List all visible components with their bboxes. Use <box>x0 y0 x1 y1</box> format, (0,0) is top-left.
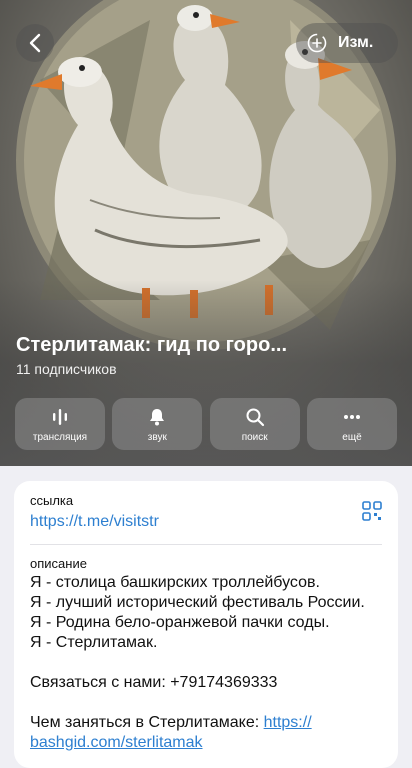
circle-plus-icon <box>307 33 327 53</box>
bell-icon <box>150 408 165 425</box>
sound-button[interactable]: звук <box>112 398 203 450</box>
sound-label: звук <box>147 431 167 443</box>
divider <box>30 544 382 545</box>
broadcast-button[interactable]: трансляция <box>15 398 105 450</box>
todo-link-line: bashgid.com/sterlitamak <box>30 733 382 753</box>
edit-button[interactable]: Изм. <box>296 23 398 63</box>
search-button[interactable]: поиск <box>209 398 300 450</box>
chevron-left-icon <box>29 33 41 53</box>
description-line: Я - столица башкирских троллейбусов. <box>30 574 320 591</box>
edit-label: Изм. <box>338 34 374 51</box>
description-caption: описание <box>30 556 87 571</box>
broadcast-label: трансляция <box>32 431 88 443</box>
channel-header: Изм. Стерлитамак: гид по горо... 11 подп… <box>0 0 412 466</box>
todo-link-part2[interactable]: bashgid.com/sterlitamak <box>30 734 203 751</box>
action-bar: трансляция звук поиск ещё <box>15 398 397 450</box>
description-line: Я - лучший исторический фестиваль России… <box>30 594 365 611</box>
broadcast-bars-icon <box>53 408 67 425</box>
more-dots-icon <box>343 414 360 419</box>
channel-info-card: ссылка https://t.me/visitstr описание Я … <box>14 481 398 768</box>
todo-line: Чем заняться в Стерлитамаке: https:// <box>30 713 382 733</box>
qr-code-icon[interactable] <box>362 501 382 521</box>
description-line: Я - Стерлитамак. <box>30 634 158 651</box>
more-label: ещё <box>342 431 362 443</box>
more-button[interactable]: ещё <box>306 398 397 450</box>
search-icon <box>246 408 264 426</box>
search-label: поиск <box>241 431 268 443</box>
todo-prefix: Чем заняться в Стерлитамаке: <box>30 714 264 731</box>
channel-link[interactable]: https://t.me/visitstr <box>30 513 382 531</box>
back-button[interactable] <box>16 24 54 62</box>
subscriber-count: 11 подписчиков <box>16 361 117 377</box>
todo-link-part1[interactable]: https:// <box>264 714 312 731</box>
channel-title: Стерлитамак: гид по горо... <box>16 334 287 356</box>
contact-line: Связаться с нами: +79174369333 <box>30 674 278 691</box>
link-caption: ссылка <box>30 493 74 508</box>
channel-description: Я - столица башкирских троллейбусов. Я -… <box>30 573 382 753</box>
description-line: Я - Родина бело-оранжевой пачки соды. <box>30 614 330 631</box>
